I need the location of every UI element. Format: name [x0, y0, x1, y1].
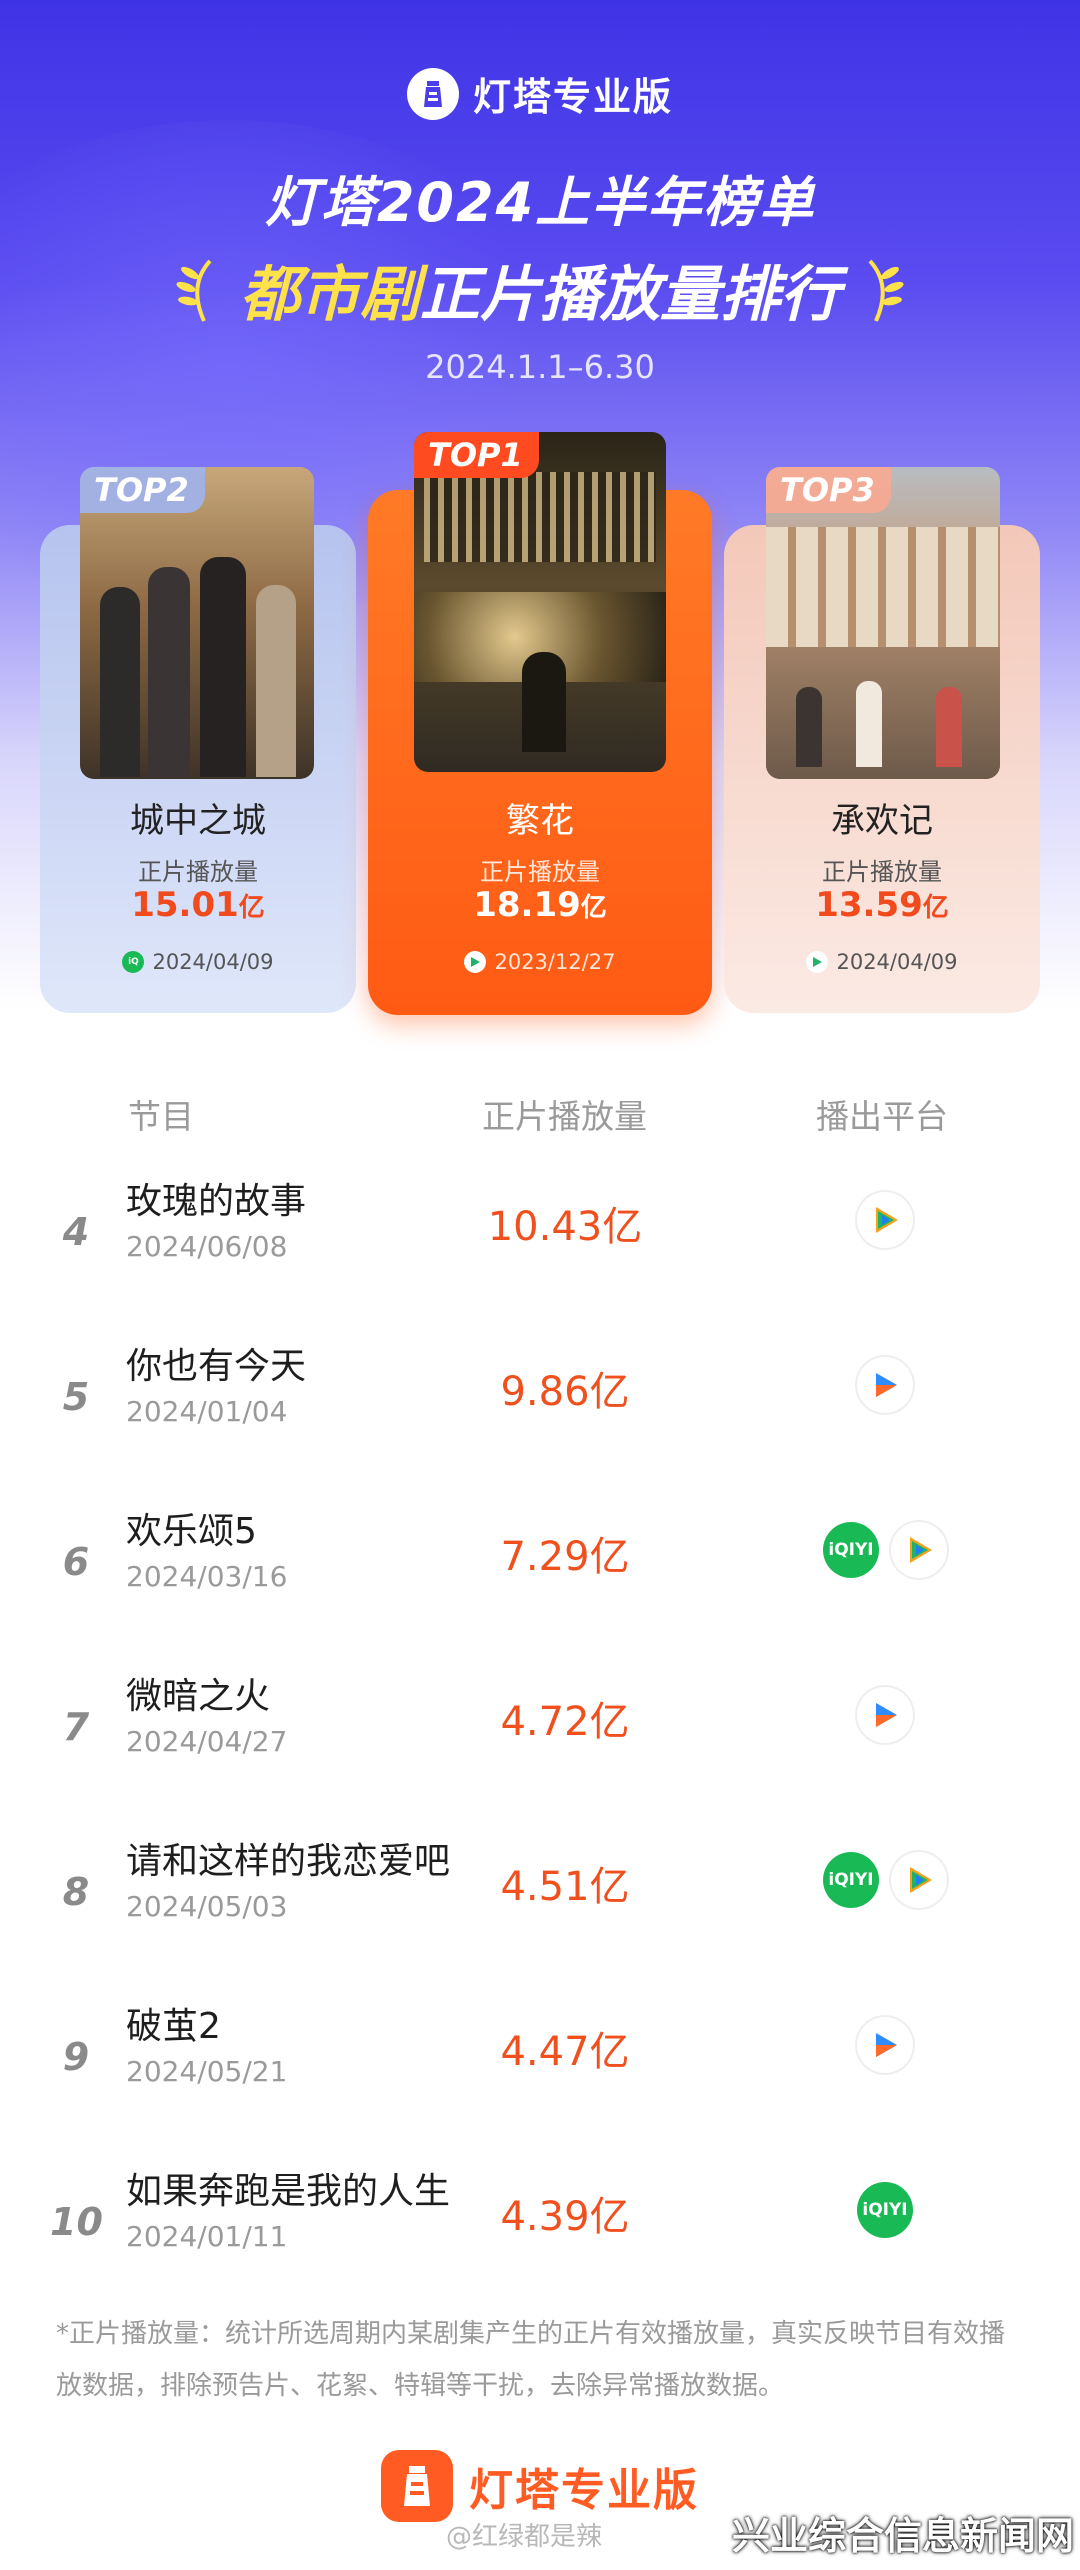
- table-row[interactable]: 9 破茧2 2024/05/21 4.47亿: [0, 1997, 1080, 2147]
- column-header-program: 节目: [128, 1097, 194, 1136]
- top2-label: 正片播放量: [138, 858, 258, 886]
- top1-label: 正片播放量: [480, 858, 600, 886]
- top3-poster: TOP3: [766, 467, 1000, 779]
- column-header-platform: 播出平台: [816, 1097, 948, 1136]
- row-rank: 6: [62, 1540, 90, 1584]
- top2-value: 15.01亿: [131, 885, 265, 925]
- top2-poster: TOP2: [80, 467, 314, 779]
- table-row[interactable]: 6 欢乐颂5 2024/03/16 7.29亿 iQIYI: [0, 1502, 1080, 1652]
- brand-name: 灯塔专业版: [472, 75, 673, 119]
- table-row[interactable]: 10 如果奔跑是我的人生 2024/01/11 4.39亿 iQIYI: [0, 2162, 1080, 2312]
- table-row[interactable]: 4 玫瑰的故事 2024/06/08 10.43亿: [0, 1172, 1080, 1322]
- row-title: 破茧2: [126, 2006, 221, 2047]
- table-row[interactable]: 8 请和这样的我恋爱吧 2024/05/03 4.51亿 iQIYI: [0, 1832, 1080, 1982]
- row-rank: 4: [62, 1210, 90, 1254]
- lighthouse-logo-icon: [406, 67, 459, 120]
- table-row[interactable]: 5 你也有今天 2024/01/04 9.86亿: [0, 1337, 1080, 1487]
- top3-card[interactable]: TOP3 承欢记 正片播放量 13.59亿 2024/04/09: [724, 467, 1040, 1013]
- row-date: 2024/05/21: [126, 2055, 288, 2088]
- row-rank: 7: [62, 1705, 90, 1749]
- top3-date-row: 2024/04/09: [724, 950, 1040, 974]
- laurel-left-icon: [176, 259, 212, 322]
- row-date: 2024/04/27: [126, 1725, 288, 1758]
- column-header-views: 正片播放量: [482, 1097, 647, 1136]
- watermark: 兴业综合信息新闻网: [731, 2514, 1074, 2558]
- row-title: 玫瑰的故事: [126, 1181, 307, 1222]
- row-title: 请和这样的我恋爱吧: [126, 1841, 451, 1882]
- row-rank: 10: [50, 2200, 103, 2244]
- row-date: 2024/03/16: [126, 1560, 288, 1593]
- row-platforms: iQIYI: [770, 1852, 1000, 1908]
- top2-badge: TOP2: [80, 467, 205, 513]
- row-platforms: [770, 1357, 1000, 1413]
- page-subtitle: 都市剧正片播放量排行: [0, 246, 1080, 333]
- row-platforms: [770, 1192, 1000, 1248]
- top1-title: 繁花: [506, 801, 574, 841]
- row-title: 欢乐颂5: [126, 1511, 257, 1552]
- tencent-video-icon: [891, 1522, 947, 1578]
- row-title: 你也有今天: [126, 1346, 307, 1387]
- top1-value: 18.19亿: [473, 885, 607, 925]
- top1-date-row: 2023/12/27: [368, 950, 712, 974]
- tencent-video-icon: [806, 951, 829, 973]
- top3-title: 承欢记: [831, 801, 933, 841]
- top3-date: 2024/04/09: [836, 950, 958, 974]
- row-views: 4.51亿: [500, 1864, 630, 1910]
- subtitle-highlight: 都市剧: [240, 260, 420, 330]
- row-rank: 9: [62, 2035, 90, 2079]
- row-date: 2024/05/03: [126, 1890, 288, 1923]
- row-views: 4.47亿: [500, 2029, 630, 2075]
- youku-icon: [857, 1357, 913, 1413]
- tencent-video-icon: [891, 1852, 947, 1908]
- youku-icon: [857, 1687, 913, 1743]
- iqiyi-icon: iQIYI: [823, 1852, 879, 1908]
- lighthouse-logo-icon: [381, 2450, 453, 2522]
- top1-poster: TOP1: [414, 432, 666, 772]
- weibo-handle: @红绿都是辣: [446, 2522, 603, 2552]
- row-views: 4.39亿: [500, 2194, 630, 2240]
- table-row[interactable]: 7 微暗之火 2024/04/27 4.72亿: [0, 1667, 1080, 1817]
- top2-date: 2024/04/09: [152, 950, 274, 974]
- top1-card[interactable]: TOP1 繁花 正片播放量 18.19亿 2023/12/27: [368, 432, 712, 1015]
- row-platforms: iQIYI: [770, 1522, 1000, 1578]
- row-platforms: [770, 1687, 1000, 1743]
- top3-label: 正片播放量: [822, 858, 942, 886]
- youku-icon: [857, 2017, 913, 2073]
- iqiyi-icon: iQ: [122, 951, 145, 973]
- row-rank: 5: [62, 1375, 90, 1419]
- date-range: 2024.1.1–6.30: [425, 348, 655, 386]
- row-title: 微暗之火: [126, 1676, 271, 1717]
- top2-date-row: iQ 2024/04/09: [40, 950, 356, 974]
- row-date: 2024/01/04: [126, 1395, 288, 1428]
- row-platforms: iQIYI: [770, 2182, 1000, 2238]
- row-views: 7.29亿: [500, 1534, 630, 1580]
- row-views: 4.72亿: [500, 1699, 630, 1745]
- iqiyi-icon: iQIYI: [823, 1522, 879, 1578]
- row-date: 2024/06/08: [126, 1230, 288, 1263]
- top1-badge: TOP1: [414, 432, 539, 478]
- footer-brand-name: 灯塔专业版: [469, 2465, 699, 2516]
- row-views: 9.86亿: [500, 1369, 630, 1415]
- top1-date: 2023/12/27: [494, 950, 616, 974]
- top2-card[interactable]: TOP2 城中之城 正片播放量 15.01亿 iQ 2024/04/09: [40, 467, 356, 1013]
- iqiyi-icon: iQIYI: [857, 2182, 913, 2238]
- row-platforms: [770, 2017, 1000, 2073]
- table-header: 节目 正片播放量 播出平台: [0, 1090, 1080, 1136]
- top3-value: 13.59亿: [815, 885, 949, 925]
- subtitle-rest: 正片播放量排行: [420, 260, 840, 330]
- top2-title: 城中之城: [130, 801, 266, 841]
- row-date: 2024/01/11: [126, 2220, 288, 2253]
- tencent-video-icon: [857, 1192, 913, 1248]
- top3-badge: TOP3: [766, 467, 891, 513]
- footnote: *正片播放量：统计所选周期内某剧集产生的正片有效播放量，真实反映节目有效播放数据…: [56, 2319, 1006, 2401]
- row-rank: 8: [62, 1870, 90, 1914]
- brand: 灯塔专业版: [0, 66, 1080, 121]
- row-views: 10.43亿: [487, 1204, 643, 1250]
- page-title: 灯塔2024上半年榜单: [264, 171, 816, 234]
- laurel-right-icon: [868, 259, 904, 322]
- row-title: 如果奔跑是我的人生: [126, 2171, 451, 2212]
- tencent-video-icon: [464, 951, 487, 973]
